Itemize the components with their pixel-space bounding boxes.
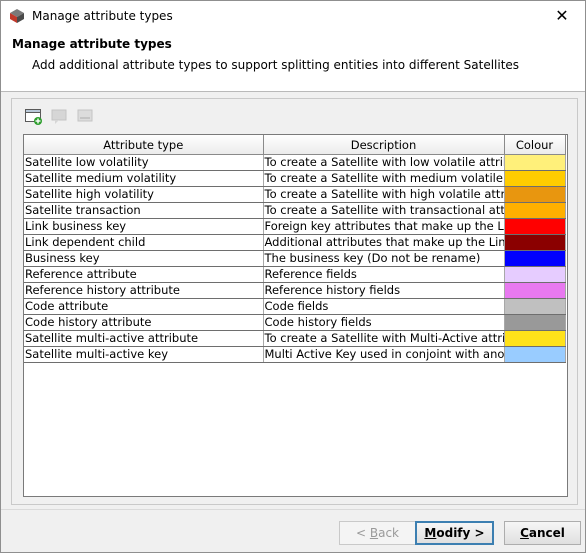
wizard-button-bar: < Back Modify > Cancel [1, 509, 585, 552]
attribute-type-cell[interactable]: Satellite medium volatility [24, 170, 264, 187]
cancel-button[interactable]: Cancel [504, 521, 581, 545]
close-icon[interactable]: ✕ [539, 1, 585, 31]
description-cell[interactable]: Code history fields [263, 314, 505, 331]
page-description: Add additional attribute types to suppor… [32, 58, 520, 72]
colour-swatch [504, 283, 564, 298]
back-mnemonic: B [369, 526, 379, 540]
attribute-type-cell[interactable]: Code history attribute [24, 314, 264, 331]
column-header-description[interactable]: Description [263, 135, 505, 155]
add-attribute-type-button[interactable] [23, 106, 45, 128]
table-row[interactable]: Code attribute Code fields [24, 298, 566, 315]
attribute-type-cell[interactable]: Business key [24, 250, 264, 267]
attribute-type-cell[interactable]: Link business key [24, 218, 264, 235]
colour-swatch [504, 299, 564, 314]
delete-attribute-type-button[interactable] [75, 106, 97, 128]
column-header-attribute-type[interactable]: Attribute type [24, 135, 264, 155]
description-cell[interactable]: To create a Satellite with low volatile … [263, 154, 505, 171]
modify-button[interactable]: Modify > [415, 521, 494, 545]
column-header-colour[interactable]: Colour [504, 135, 566, 155]
description-cell[interactable]: To create a Satellite with medium volati… [263, 170, 505, 187]
add-row-icon [25, 109, 42, 125]
colour-cell[interactable] [504, 250, 566, 267]
table-row[interactable]: Satellite multi-active attribute To creat… [24, 330, 566, 347]
table-row[interactable]: Business key The business key (Do not be … [24, 250, 566, 267]
colour-swatch [504, 251, 564, 266]
colour-swatch [504, 203, 564, 218]
colour-swatch [504, 235, 564, 250]
colour-swatch [504, 155, 564, 170]
table-row[interactable]: Reference history attribute Reference his… [24, 282, 566, 299]
attribute-types-table[interactable]: Attribute type Description Colour Satell… [23, 134, 568, 497]
colour-cell[interactable] [504, 314, 566, 331]
page-title: Manage attribute types [12, 37, 172, 51]
attribute-type-cell[interactable]: Link dependent child [24, 234, 264, 251]
back-button[interactable]: < Back [339, 521, 416, 545]
colour-cell[interactable] [504, 170, 566, 187]
table-row[interactable]: Satellite high volatility To create a Sat… [24, 186, 566, 203]
colour-cell[interactable] [504, 154, 566, 171]
table-header-row: Attribute type Description Colour [24, 135, 566, 155]
colour-swatch [504, 315, 564, 330]
attribute-type-cell[interactable]: Satellite multi-active attribute [24, 330, 264, 347]
table-row[interactable]: Satellite low volatility To create a Sate… [24, 154, 566, 171]
attribute-type-cell[interactable]: Reference history attribute [24, 282, 264, 299]
modify-label: odify > [436, 526, 485, 540]
colour-swatch [504, 171, 564, 186]
attribute-type-cell[interactable]: Satellite multi-active key [24, 346, 264, 363]
modify-mnemonic: M [424, 526, 437, 540]
table-row[interactable]: Satellite transaction To create a Satelli… [24, 202, 566, 219]
divider [1, 509, 585, 510]
description-cell[interactable]: Code fields [263, 298, 505, 315]
description-cell[interactable]: Foreign key attributes that make up the … [263, 218, 505, 235]
wizard-header: Manage attribute types Add additional at… [1, 31, 585, 92]
description-cell[interactable]: Reference history fields [263, 282, 505, 299]
colour-cell[interactable] [504, 202, 566, 219]
colour-swatch [504, 347, 564, 362]
dialog-window: Manage attribute types ✕ Manage attribut… [0, 0, 586, 553]
app-logo-icon [10, 9, 24, 23]
content-panel: Attribute type Description Colour Satell… [11, 98, 578, 505]
colour-swatch [504, 187, 564, 202]
description-cell[interactable]: To create a Satellite with high volatile… [263, 186, 505, 203]
colour-swatch [504, 267, 564, 282]
cancel-label: ancel [528, 526, 565, 540]
colour-cell[interactable] [504, 234, 566, 251]
table-row[interactable]: Satellite multi-active key Multi Active K… [24, 346, 566, 363]
colour-cell[interactable] [504, 282, 566, 299]
table-row[interactable]: Reference attribute Reference fields [24, 266, 566, 283]
colour-cell[interactable] [504, 330, 566, 347]
table-row[interactable]: Link business key Foreign key attributes … [24, 218, 566, 235]
attribute-type-cell[interactable]: Code attribute [24, 298, 264, 315]
description-cell[interactable]: The business key (Do not be rename) [263, 250, 505, 267]
colour-cell[interactable] [504, 186, 566, 203]
back-label: ack [378, 526, 399, 540]
colour-cell[interactable] [504, 298, 566, 315]
table-row[interactable]: Satellite medium volatility To create a S… [24, 170, 566, 187]
colour-swatch [504, 331, 564, 346]
description-cell[interactable]: To create a Satellite with Multi-Active … [263, 330, 505, 347]
colour-swatch [504, 219, 564, 234]
description-cell[interactable]: To create a Satellite with transactional… [263, 202, 505, 219]
comment-icon [51, 109, 67, 124]
colour-cell[interactable] [504, 266, 566, 283]
attribute-type-cell[interactable]: Satellite transaction [24, 202, 264, 219]
colour-cell[interactable] [504, 218, 566, 235]
description-cell[interactable]: Reference fields [263, 266, 505, 283]
window-title: Manage attribute types [32, 9, 173, 23]
edit-attribute-type-button[interactable] [49, 106, 71, 128]
attribute-type-cell[interactable]: Reference attribute [24, 266, 264, 283]
cancel-mnemonic: C [520, 526, 529, 540]
table-row[interactable]: Link dependent child Additional attribute… [24, 234, 566, 251]
title-bar[interactable]: Manage attribute types ✕ [1, 1, 585, 31]
remove-row-icon [77, 109, 93, 122]
description-cell[interactable]: Multi Active Key used in conjoint with a… [263, 346, 505, 363]
back-arrow: < [355, 526, 370, 540]
table-row[interactable]: Code history attribute Code history field… [24, 314, 566, 331]
colour-cell[interactable] [504, 346, 566, 363]
attribute-type-cell[interactable]: Satellite low volatility [24, 154, 264, 171]
attribute-type-cell[interactable]: Satellite high volatility [24, 186, 264, 203]
description-cell[interactable]: Additional attributes that make up the L… [263, 234, 505, 251]
